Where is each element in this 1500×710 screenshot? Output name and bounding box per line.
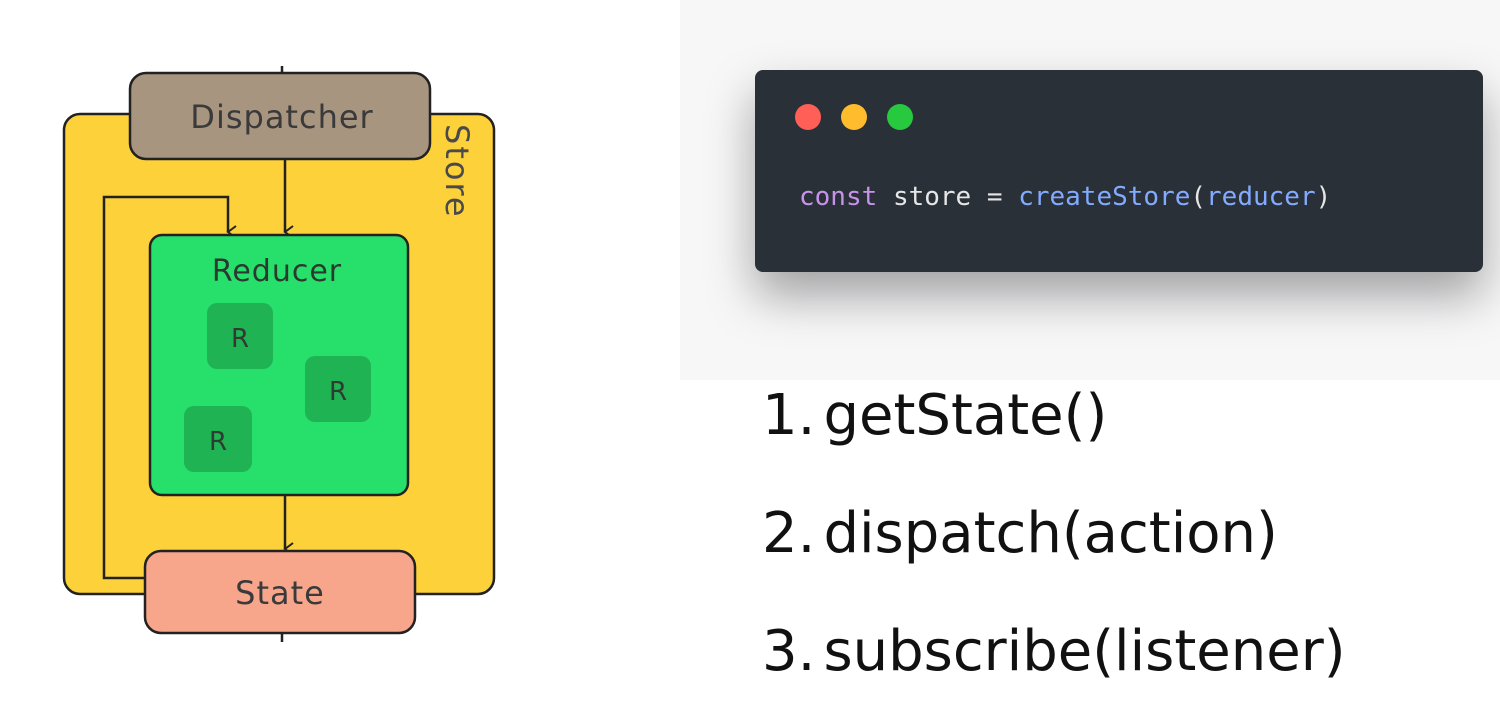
code-window: const store = createStore(reducer) xyxy=(755,70,1483,272)
api-item-getstate: 1. getState() xyxy=(762,368,1346,486)
code-open-paren: ( xyxy=(1190,182,1207,212)
sub-reducer-label: R xyxy=(231,324,249,354)
code-keyword: const xyxy=(799,182,878,212)
code-operator: = xyxy=(986,182,1003,212)
api-item-number: 3. xyxy=(762,619,816,684)
api-item-name: subscribe(listener) xyxy=(823,619,1346,684)
api-item-subscribe: 3. subscribe(listener) xyxy=(762,604,1346,710)
dispatcher-label: Dispatcher xyxy=(190,98,373,136)
window-close-dot-icon xyxy=(795,104,821,130)
api-item-number: 2. xyxy=(762,501,816,566)
api-item-name: getState() xyxy=(823,383,1108,448)
api-item-number: 1. xyxy=(762,383,816,448)
api-item-dispatch: 2. dispatch(action) xyxy=(762,486,1346,604)
sub-reducer-label: R xyxy=(209,427,227,457)
code-function: createStore xyxy=(1018,182,1191,212)
api-item-name: dispatch(action) xyxy=(823,501,1278,566)
store-label: Store xyxy=(438,124,476,219)
window-maximize-dot-icon xyxy=(887,104,913,130)
code-variable: store xyxy=(892,182,972,212)
code-argument: reducer xyxy=(1206,182,1316,212)
code-line: const store = createStore(reducer) xyxy=(799,182,1331,212)
reducer-label: Reducer xyxy=(212,254,342,289)
sub-reducer-label: R xyxy=(329,377,347,407)
window-minimize-dot-icon xyxy=(841,104,867,130)
redux-store-diagram: Dispatcher Store Reducer R R R State xyxy=(0,0,560,710)
store-api-list: 1. getState() 2. dispatch(action) 3. subscr… xyxy=(762,368,1346,710)
diagram-canvas: Dispatcher Store Reducer R R R State xyxy=(62,66,496,642)
code-close-paren: ) xyxy=(1315,182,1332,212)
state-label: State xyxy=(235,574,325,612)
